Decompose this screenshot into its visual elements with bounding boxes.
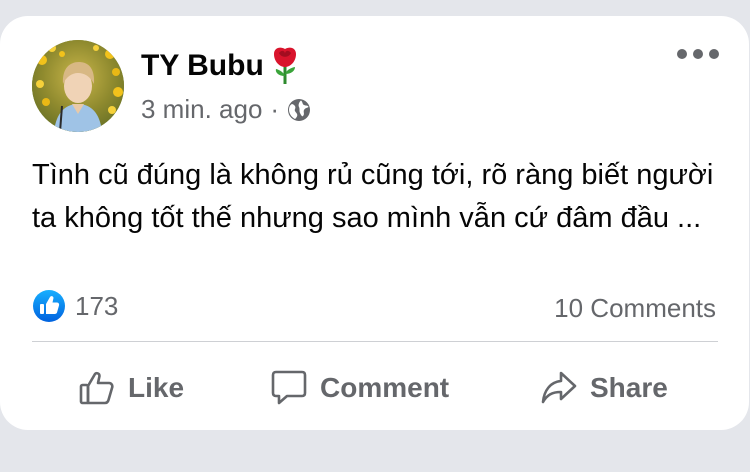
share-icon [541, 371, 577, 404]
more-dot [693, 49, 703, 59]
timestamp[interactable]: 3 min. ago [141, 94, 262, 125]
comments-count[interactable]: 10 Comments [554, 293, 716, 324]
more-dot [709, 49, 719, 59]
reactions-summary[interactable]: 173 [33, 290, 118, 322]
rose-icon [273, 47, 296, 84]
author-name-text: TY Bubu [141, 49, 264, 82]
more-options-icon[interactable] [677, 44, 719, 64]
reaction-count: 173 [75, 290, 119, 321]
avatar-photo [32, 40, 124, 132]
globe-icon[interactable] [287, 98, 311, 122]
post-card: TY Bubu 3 min. ago · Tình cũ đúng là khô… [0, 16, 749, 430]
more-dot [677, 49, 687, 59]
avatar[interactable] [32, 40, 124, 132]
comment-button[interactable]: Comment [270, 366, 449, 410]
post-meta: 3 min. ago · [141, 94, 311, 125]
comment-label: Comment [320, 372, 450, 403]
share-label: Share [590, 372, 668, 403]
comment-icon [271, 370, 307, 405]
like-reaction-icon [33, 290, 65, 322]
author-name[interactable]: TY Bubu [141, 46, 302, 86]
divider [32, 341, 718, 342]
like-button[interactable]: Like [78, 366, 184, 410]
share-button[interactable]: Share [540, 366, 668, 410]
post-text: Tình cũ đúng là không rủ cũng tới, rõ rà… [32, 159, 714, 234]
like-icon [79, 371, 114, 405]
meta-separator: · [270, 94, 280, 124]
like-label: Like [128, 372, 185, 403]
